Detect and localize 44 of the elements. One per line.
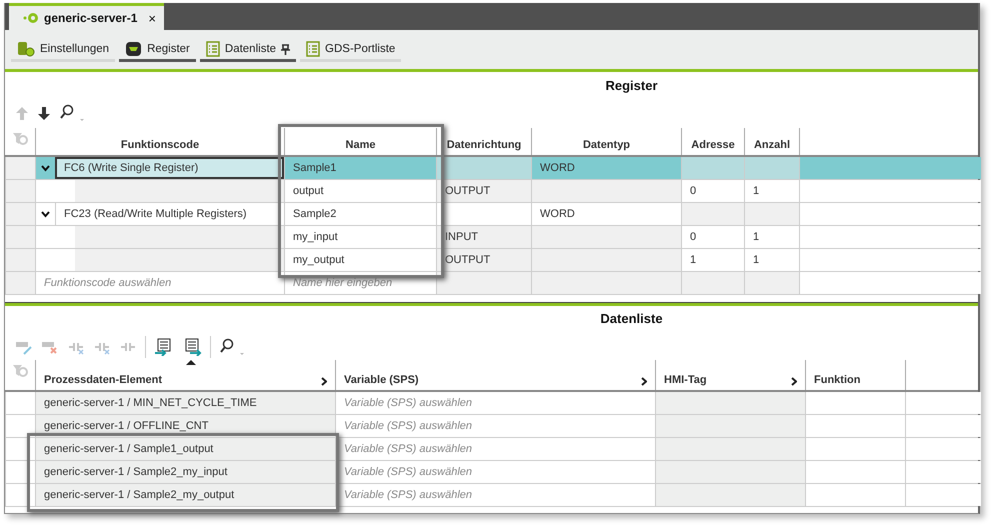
column-header[interactable]: Funktionscode — [35, 128, 284, 155]
chevron-icon[interactable] — [791, 377, 797, 386]
table-cell[interactable]: generic-server-1 / Sample2_my_input — [35, 461, 335, 483]
list-icon — [306, 41, 320, 57]
down-arrow-icon[interactable] — [37, 106, 51, 120]
column-header[interactable]: Prozessdaten-Element — [35, 360, 335, 390]
chevron-icon[interactable] — [321, 377, 327, 386]
table-cell[interactable]: OUTPUT — [436, 249, 531, 271]
column-header[interactable]: Funktion — [805, 360, 905, 390]
section-title: Datenliste — [599, 310, 664, 328]
list-icon — [206, 41, 220, 57]
document-tab[interactable]: generic-server-1 × — [9, 3, 164, 30]
column-header[interactable]: Datenrichtung — [436, 128, 531, 155]
column-header[interactable]: Name — [284, 128, 436, 155]
column-header[interactable]: Variable (SPS) — [335, 360, 655, 390]
view-button[interactable]: Register — [119, 40, 196, 62]
column-header[interactable]: Adresse — [681, 128, 744, 155]
table-cell[interactable]: WORD — [531, 157, 681, 179]
close-button[interactable]: × — [148, 10, 156, 26]
table-cell[interactable]: generic-server-1 / Sample2_my_output — [35, 484, 335, 506]
view-button[interactable]: GDS-Portliste — [300, 40, 402, 62]
table-cell[interactable]: generic-server-1 / MIN_NET_CYCLE_TIME — [35, 392, 335, 414]
column-header[interactable]: Anzahl — [744, 128, 799, 155]
sort-indicator-icon — [186, 360, 196, 365]
table-cell[interactable]: OUTPUT — [436, 180, 531, 202]
column-header[interactable]: Datentyp — [531, 128, 681, 155]
section-title: Register — [604, 77, 659, 95]
view-button[interactable]: Datenliste — [200, 40, 296, 62]
search-icon[interactable] — [219, 338, 245, 356]
table-cell[interactable]: INPUT — [436, 226, 531, 248]
pin-icon[interactable] — [281, 44, 290, 54]
table-cell[interactable]: generic-server-1 / Sample1_output — [35, 438, 335, 460]
table-cell[interactable]: Sample1 — [284, 157, 436, 179]
table-cell[interactable]: FC6 (Write Single Register) — [55, 157, 284, 179]
collapse-icon[interactable] — [41, 164, 50, 172]
search-icon[interactable] — [59, 104, 85, 122]
column-header[interactable]: HMI-Tag — [655, 360, 805, 390]
chevron-icon[interactable] — [641, 377, 647, 386]
register-icon — [125, 41, 142, 57]
tab-title: generic-server-1 — [44, 11, 138, 25]
collapse-icon[interactable] — [41, 210, 50, 218]
gear-icon — [23, 11, 39, 25]
view-button[interactable]: Einstellungen — [11, 40, 116, 62]
database-gear-icon — [17, 41, 35, 57]
